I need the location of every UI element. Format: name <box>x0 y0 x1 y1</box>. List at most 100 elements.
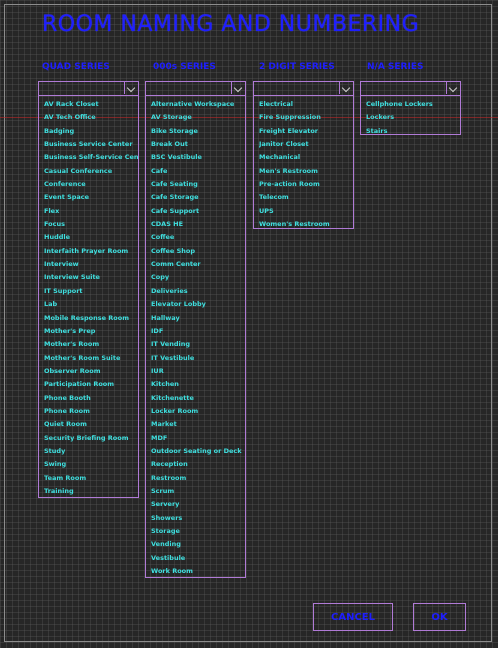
list-item[interactable]: IT Support <box>44 285 138 298</box>
list-item[interactable]: AV Rack Closet <box>44 98 138 111</box>
quad-series-header: QUAD SERIES <box>42 62 110 72</box>
quad-series-list: AV Rack Closet AV Tech Office Badging Busin… <box>38 81 139 498</box>
list-item[interactable]: IT Vending <box>151 338 245 351</box>
list-item[interactable]: IT Vestibule <box>151 352 245 365</box>
list-item[interactable]: Security Briefing Room <box>44 432 138 445</box>
list-item[interactable]: Women's Restroom <box>259 218 353 231</box>
list-item[interactable]: Training <box>44 485 138 498</box>
list-item[interactable]: Work Room <box>151 565 245 578</box>
list-item[interactable]: Badging <box>44 125 138 138</box>
list-item[interactable]: Men's Restroom <box>259 165 353 178</box>
chevron-down-icon[interactable] <box>339 82 353 94</box>
list-item[interactable]: Electrical <box>259 98 353 111</box>
ok-button[interactable]: OK <box>413 603 466 631</box>
list-item[interactable]: Business Self-Service Center <box>44 151 138 164</box>
list-item[interactable]: Kitchenette <box>151 392 245 405</box>
list-item[interactable]: UPS <box>259 205 353 218</box>
quad-series-filter[interactable] <box>39 82 138 96</box>
list-item[interactable]: Locker Room <box>151 405 245 418</box>
na-series-items: Cellphone Lockers Lockers Stairs <box>361 96 460 138</box>
list-item[interactable]: Deliveries <box>151 285 245 298</box>
list-item[interactable]: Flex <box>44 205 138 218</box>
quad-series-items: AV Rack Closet AV Tech Office Badging Busin… <box>39 96 138 498</box>
list-item[interactable]: Cafe Seating <box>151 178 245 191</box>
list-item[interactable]: Telecom <box>259 191 353 204</box>
000s-series-items: Alternative Workspace AV Storage Bike Stor… <box>146 96 245 578</box>
list-item[interactable]: Cafe Support <box>151 205 245 218</box>
list-item[interactable]: Quiet Room <box>44 418 138 431</box>
list-item[interactable]: Copy <box>151 271 245 284</box>
list-item[interactable]: Lockers <box>366 111 460 124</box>
chevron-down-icon[interactable] <box>446 82 460 94</box>
list-item[interactable]: Huddle <box>44 231 138 244</box>
list-item[interactable]: IDF <box>151 325 245 338</box>
list-item[interactable]: Interview <box>44 258 138 271</box>
list-item[interactable]: Focus <box>44 218 138 231</box>
list-item[interactable]: Showers <box>151 512 245 525</box>
na-series-header: N/A SERIES <box>367 62 424 72</box>
list-item[interactable]: IUR <box>151 365 245 378</box>
list-item[interactable]: Team Room <box>44 472 138 485</box>
list-item[interactable]: Interview Suite <box>44 271 138 284</box>
list-item[interactable]: Comm Center <box>151 258 245 271</box>
na-series-filter[interactable] <box>361 82 460 96</box>
list-item[interactable]: Observer Room <box>44 365 138 378</box>
list-item[interactable]: Mother's Room Suite <box>44 352 138 365</box>
list-item[interactable]: Hallway <box>151 312 245 325</box>
list-item[interactable]: Market <box>151 418 245 431</box>
list-item[interactable]: Conference <box>44 178 138 191</box>
list-item[interactable]: Janitor Closet <box>259 138 353 151</box>
list-item[interactable]: Restroom <box>151 472 245 485</box>
list-item[interactable]: Reception <box>151 458 245 471</box>
2-digit-series-items: Electrical Fire Suppression Freight Elevat… <box>254 96 353 231</box>
2-digit-series-list: Electrical Fire Suppression Freight Elevat… <box>253 81 354 229</box>
list-item[interactable]: Swing <box>44 458 138 471</box>
list-item[interactable]: Phone Room <box>44 405 138 418</box>
list-item[interactable]: Interfaith Prayer Room <box>44 245 138 258</box>
chevron-down-icon[interactable] <box>231 82 245 94</box>
list-item[interactable]: Casual Conference <box>44 165 138 178</box>
list-item[interactable]: Outdoor Seating or Deck <box>151 445 245 458</box>
list-item[interactable]: Storage <box>151 525 245 538</box>
list-item[interactable]: Study <box>44 445 138 458</box>
list-item[interactable]: CDAS HE <box>151 218 245 231</box>
list-item[interactable]: Participation Room <box>44 378 138 391</box>
list-item[interactable]: Lab <box>44 298 138 311</box>
list-item[interactable]: Coffee Shop <box>151 245 245 258</box>
list-item[interactable]: AV Storage <box>151 111 245 124</box>
list-item[interactable]: Break Out <box>151 138 245 151</box>
list-item[interactable]: Pre-action Room <box>259 178 353 191</box>
list-item[interactable]: Mother's Prep <box>44 325 138 338</box>
list-item[interactable]: Servery <box>151 498 245 511</box>
list-item[interactable]: Alternative Workspace <box>151 98 245 111</box>
list-item[interactable]: Freight Elevator <box>259 125 353 138</box>
list-item[interactable]: Business Service Center <box>44 138 138 151</box>
list-item[interactable]: Mechanical <box>259 151 353 164</box>
list-item[interactable]: Cellphone Lockers <box>366 98 460 111</box>
cancel-button[interactable]: CANCEL <box>313 603 393 631</box>
list-item[interactable]: BSC Vestibule <box>151 151 245 164</box>
list-item[interactable]: Vestibule <box>151 552 245 565</box>
chevron-down-icon[interactable] <box>124 82 138 94</box>
list-item[interactable]: AV Tech Office <box>44 111 138 124</box>
list-item[interactable]: Fire Suppression <box>259 111 353 124</box>
list-item[interactable]: Scrum <box>151 485 245 498</box>
list-item[interactable]: Kitchen <box>151 378 245 391</box>
list-item[interactable]: Event Space <box>44 191 138 204</box>
2-digit-series-header: 2 DIGIT SERIES <box>259 62 335 72</box>
list-item[interactable]: Coffee <box>151 231 245 244</box>
list-item[interactable]: Vending <box>151 538 245 551</box>
000s-series-filter[interactable] <box>146 82 245 96</box>
dialog-title: ROOM NAMING AND NUMBERING <box>42 12 420 37</box>
list-item[interactable]: Cafe <box>151 165 245 178</box>
list-item[interactable]: Mobile Response Room <box>44 312 138 325</box>
list-item[interactable]: Bike Storage <box>151 125 245 138</box>
list-item[interactable]: Phone Booth <box>44 392 138 405</box>
list-item[interactable]: Elevator Lobby <box>151 298 245 311</box>
000s-series-list: Alternative Workspace AV Storage Bike Stor… <box>145 81 246 578</box>
list-item[interactable]: MDF <box>151 432 245 445</box>
list-item[interactable]: Cafe Storage <box>151 191 245 204</box>
2-digit-series-filter[interactable] <box>254 82 353 96</box>
list-item[interactable]: Mother's Room <box>44 338 138 351</box>
list-item[interactable]: Stairs <box>366 125 460 138</box>
